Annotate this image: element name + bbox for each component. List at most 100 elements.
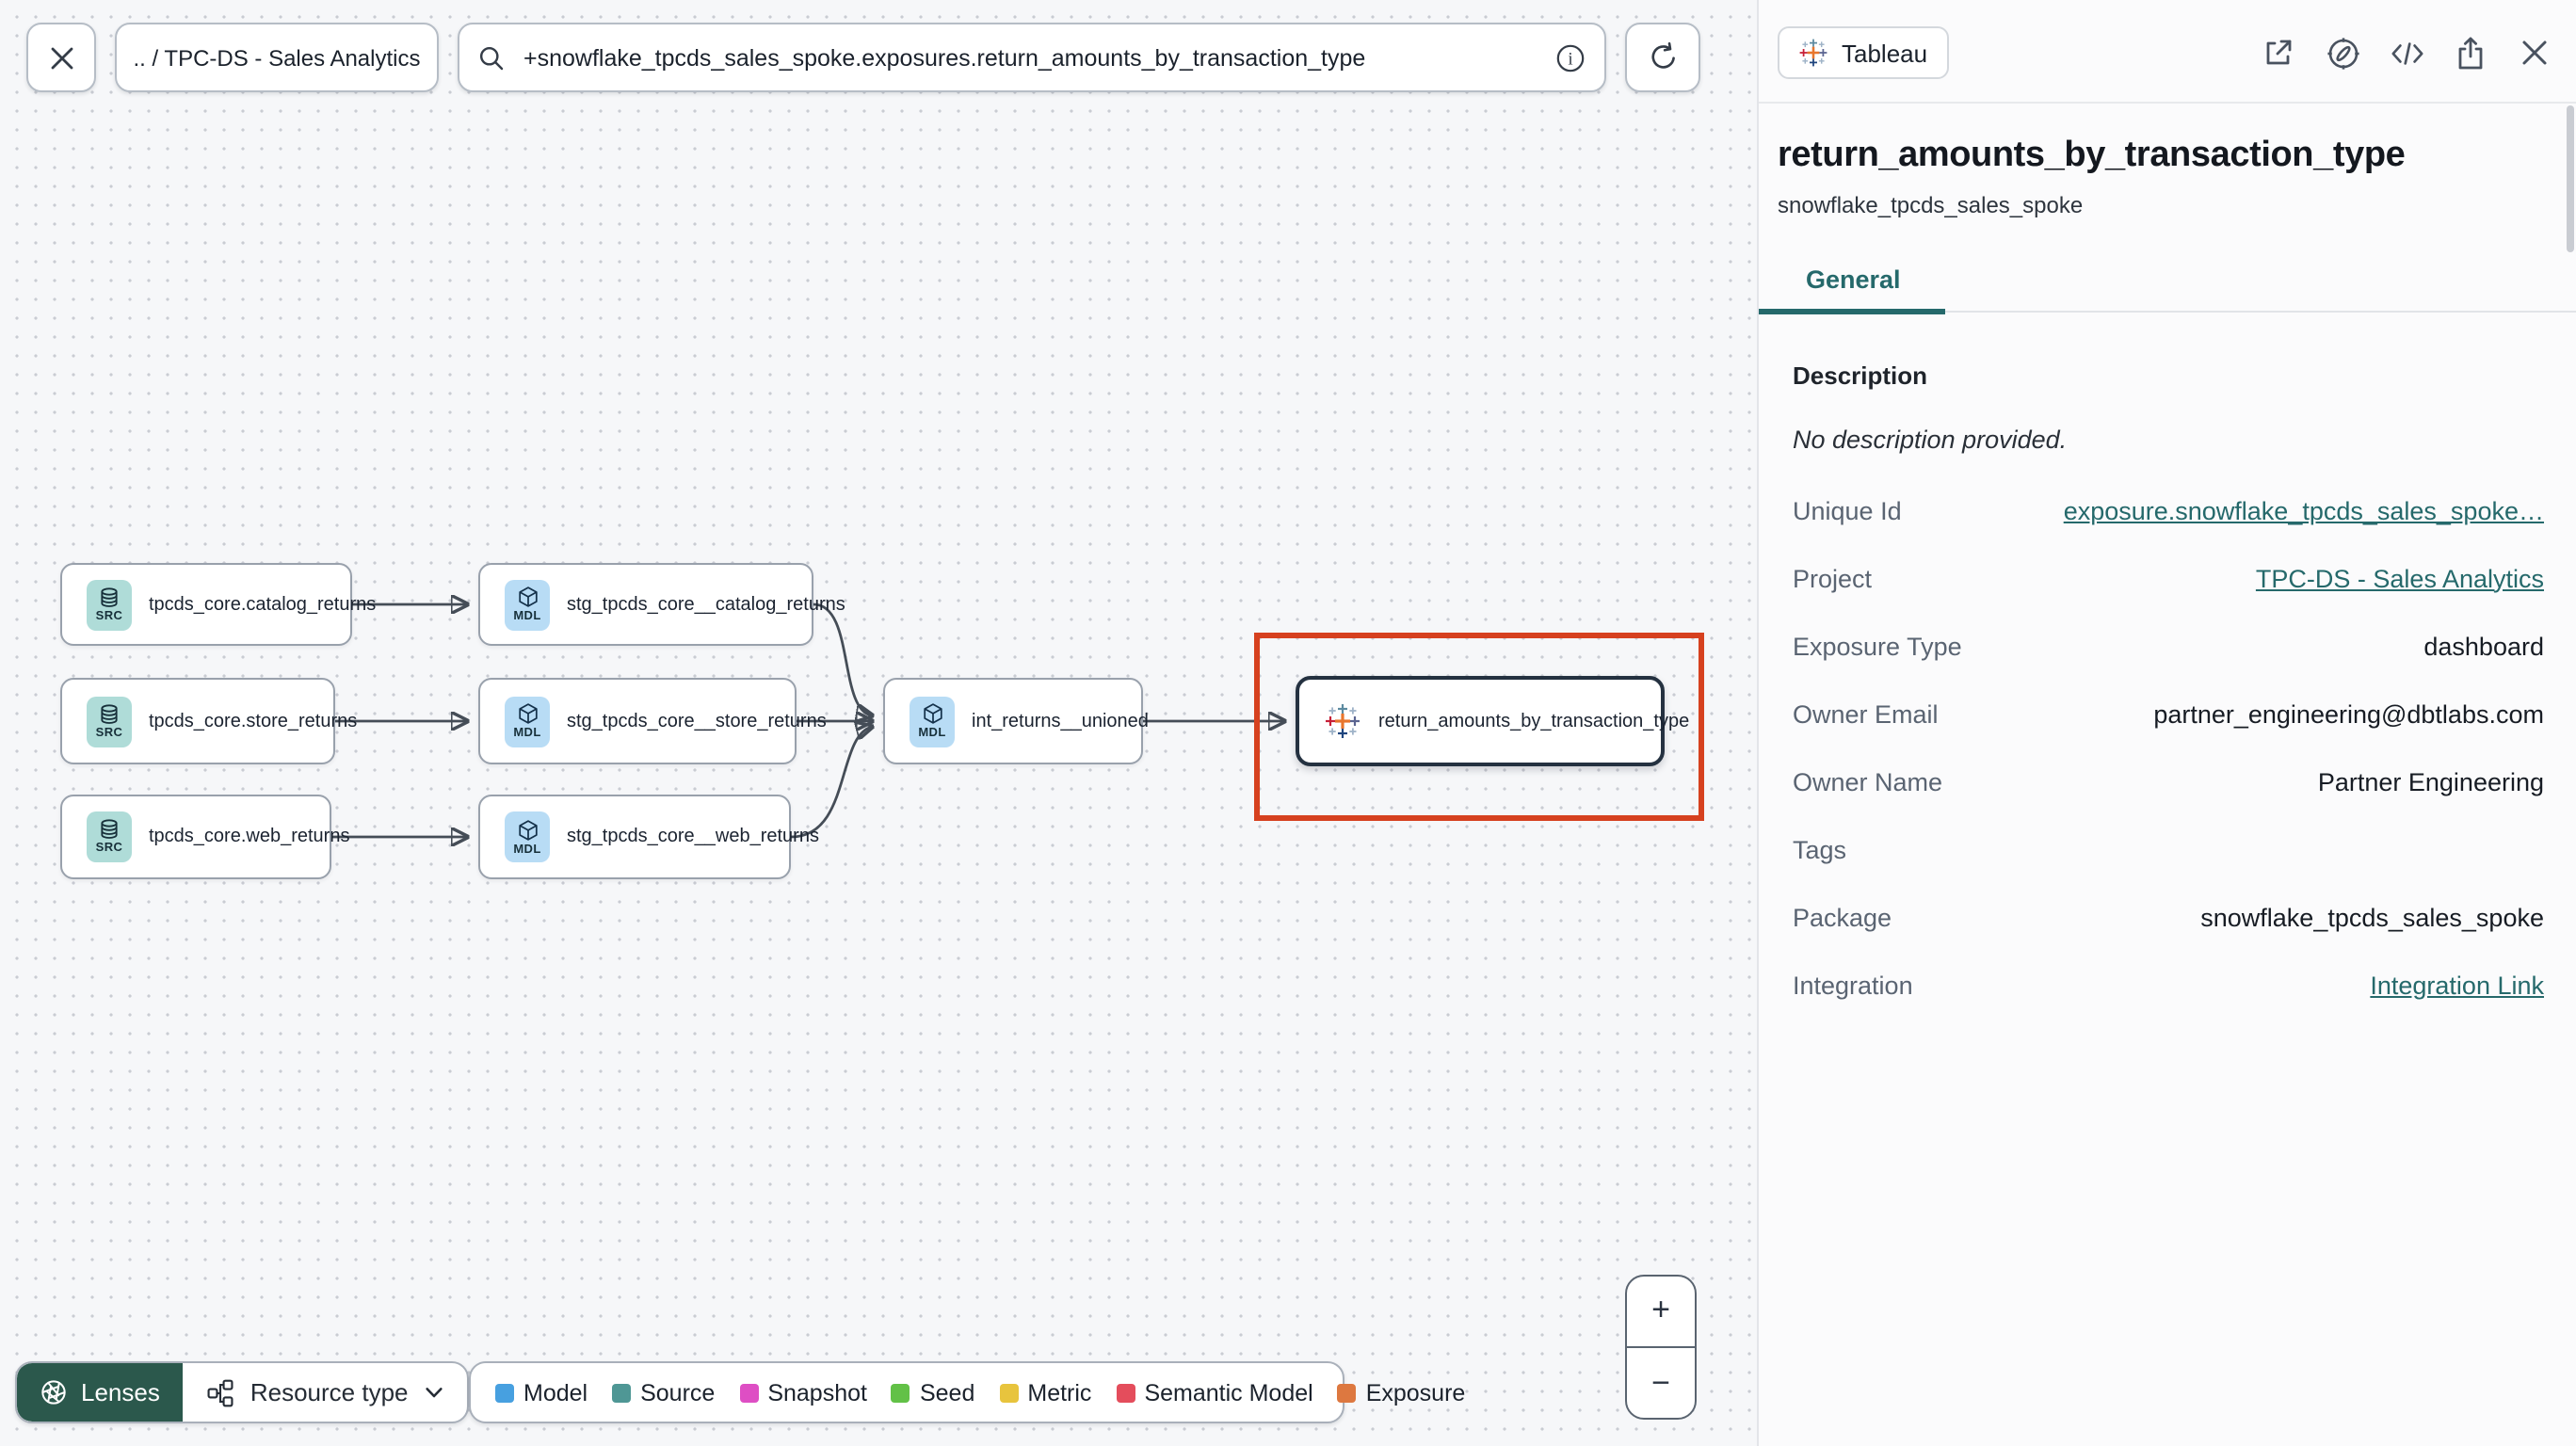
explore-compass-button[interactable] <box>2324 34 2361 72</box>
zoom-out-button[interactable]: − <box>1627 1349 1695 1419</box>
field-row-owner-name: Owner Name Partner Engineering <box>1793 747 2544 815</box>
chevron-down-icon <box>425 1388 443 1398</box>
source-icon: SRC <box>87 696 132 747</box>
aperture-icon <box>41 1380 66 1405</box>
field-value: partner_engineering@dbtlabs.com <box>2153 699 2544 728</box>
lenses-label: Lenses <box>81 1378 160 1406</box>
metadata-fields: Unique Id exposure.snowflake_tpcds_sales… <box>1793 476 2544 1019</box>
close-panel-button[interactable] <box>2516 34 2553 72</box>
resource-type-dropdown[interactable]: Resource type <box>183 1363 467 1422</box>
lineage-search-bar[interactable]: i <box>458 23 1606 92</box>
legend-item-snapshot: Snapshot <box>739 1379 867 1406</box>
legend-item-source: Source <box>612 1379 715 1406</box>
model-icon: MDL <box>910 696 955 747</box>
node-type-badge: SRC <box>95 609 123 622</box>
dbt-explorer-lineage-page: SRC tpcds_core.catalog_returns SRC tpcds… <box>0 0 2576 1446</box>
graph-node-stg-web-returns[interactable]: MDL stg_tpcds_core__web_returns <box>478 795 819 879</box>
refresh-icon <box>1650 41 1674 69</box>
zoom-in-button[interactable]: + <box>1627 1277 1695 1346</box>
graph-node-exposure-selected[interactable]: return_amounts_by_transaction_type <box>1296 676 1689 766</box>
legend-swatch <box>999 1383 1019 1402</box>
source-icon: SRC <box>87 579 132 630</box>
legend-swatch <box>891 1383 910 1402</box>
graph-node-stg-store-returns[interactable]: MDL stg_tpcds_core__store_returns <box>478 678 827 764</box>
lenses-button[interactable]: Lenses <box>17 1363 183 1422</box>
refresh-lineage-button[interactable] <box>1625 23 1700 92</box>
field-label: Package <box>1793 903 1892 931</box>
node-label: tpcds_core.catalog_returns <box>149 594 377 615</box>
legend-item-model: Model <box>495 1379 588 1406</box>
node-type-badge: SRC <box>95 842 123 855</box>
node-type-badge: SRC <box>95 726 123 739</box>
graph-node-int-returns-unioned[interactable]: MDL int_returns__unioned <box>883 678 1149 764</box>
legend-label: Seed <box>919 1379 975 1406</box>
tab-general[interactable]: General <box>1759 265 1947 313</box>
legend-swatch <box>1337 1383 1357 1402</box>
svg-text:i: i <box>1568 49 1572 69</box>
legend-swatch <box>739 1383 759 1402</box>
panel-tabs: General <box>1759 265 2576 313</box>
legend-label: Metric <box>1027 1379 1092 1406</box>
model-icon: MDL <box>505 696 550 747</box>
field-label: Exposure Type <box>1793 632 1962 660</box>
source-icon: SRC <box>87 811 132 862</box>
legend-label: Semantic Model <box>1144 1379 1313 1406</box>
legend-swatch <box>612 1383 632 1402</box>
legend-item-metric: Metric <box>999 1379 1091 1406</box>
legend-label: Exposure <box>1365 1379 1466 1406</box>
legend-label: Model <box>523 1379 588 1406</box>
description-empty-text: No description provided. <box>1793 426 2068 454</box>
open-external-button[interactable] <box>2260 34 2297 72</box>
field-value: dashboard <box>2423 632 2544 660</box>
panel-header-divider <box>1759 102 2576 104</box>
close-icon <box>50 46 72 69</box>
lenses-control-group: Lenses Resource type <box>15 1361 469 1423</box>
field-row-project: Project TPC-DS - Sales Analytics <box>1793 544 2544 612</box>
tableau-badge-label: Tableau <box>1842 39 1928 67</box>
share-button[interactable] <box>2452 34 2489 72</box>
node-label: tpcds_core.store_returns <box>149 711 358 731</box>
legend-label: Source <box>640 1379 716 1406</box>
field-row-package: Package snowflake_tpcds_sales_spoke <box>1793 883 2544 951</box>
code-button[interactable] <box>2388 34 2425 72</box>
graph-node-source-store-returns[interactable]: SRC tpcds_core.store_returns <box>60 678 357 764</box>
graph-node-source-web-returns[interactable]: SRC tpcds_core.web_returns <box>60 795 349 879</box>
graph-node-stg-catalog-returns[interactable]: MDL stg_tpcds_core__catalog_returns <box>478 563 845 646</box>
node-label: int_returns__unioned <box>972 711 1149 731</box>
field-row-exposure-type: Exposure Type dashboard <box>1793 612 2544 680</box>
search-icon <box>479 45 504 70</box>
tableau-badge: Tableau <box>1778 26 1949 79</box>
field-label: Project <box>1793 564 1873 592</box>
exposure-details-panel: Tableau return_amounts_by_transaction_ty… <box>1757 0 2576 1446</box>
close-lineage-button[interactable] <box>26 23 96 92</box>
breadcrumb-label: .. / TPC-DS - Sales Analytics <box>133 44 421 71</box>
field-row-integration: Integration Integration Link <box>1793 951 2544 1019</box>
graph-node-source-catalog-returns[interactable]: SRC tpcds_core.catalog_returns <box>60 563 376 646</box>
model-icon: MDL <box>505 579 550 630</box>
search-input[interactable] <box>520 42 1540 72</box>
field-row-unique-id: Unique Id exposure.snowflake_tpcds_sales… <box>1793 476 2544 544</box>
breadcrumb[interactable]: .. / TPC-DS - Sales Analytics <box>115 23 439 92</box>
lineage-canvas[interactable]: SRC tpcds_core.catalog_returns SRC tpcds… <box>0 0 1757 1446</box>
node-label: stg_tpcds_core__store_returns <box>567 711 827 731</box>
legend-swatch <box>1116 1383 1135 1402</box>
legend-label: Snapshot <box>767 1379 867 1406</box>
info-icon[interactable]: i <box>1555 42 1586 72</box>
panel-scrollbar[interactable] <box>2567 105 2574 252</box>
unique-id-link[interactable]: exposure.snowflake_tpcds_sales_spoke… <box>2064 496 2544 524</box>
field-row-owner-email: Owner Email partner_engineering@dbtlabs.… <box>1793 680 2544 747</box>
description-heading: Description <box>1793 362 1928 390</box>
exposure-title: return_amounts_by_transaction_type <box>1778 136 2406 175</box>
exposure-package-subtitle: snowflake_tpcds_sales_spoke <box>1778 192 2084 218</box>
panel-header: Tableau <box>1759 0 2576 102</box>
panel-body: Description No description provided. Uni… <box>1759 362 2576 1019</box>
project-link[interactable]: TPC-DS - Sales Analytics <box>2256 564 2544 592</box>
node-label: stg_tpcds_core__catalog_returns <box>567 594 845 615</box>
zoom-controls: + − <box>1625 1275 1697 1420</box>
field-label: Tags <box>1793 835 1847 863</box>
legend-item-exposure: Exposure <box>1337 1379 1466 1406</box>
field-label: Owner Email <box>1793 699 1939 728</box>
field-label: Unique Id <box>1793 496 1902 524</box>
integration-link[interactable]: Integration Link <box>2370 971 2544 999</box>
node-type-badge: MDL <box>513 727 541 740</box>
